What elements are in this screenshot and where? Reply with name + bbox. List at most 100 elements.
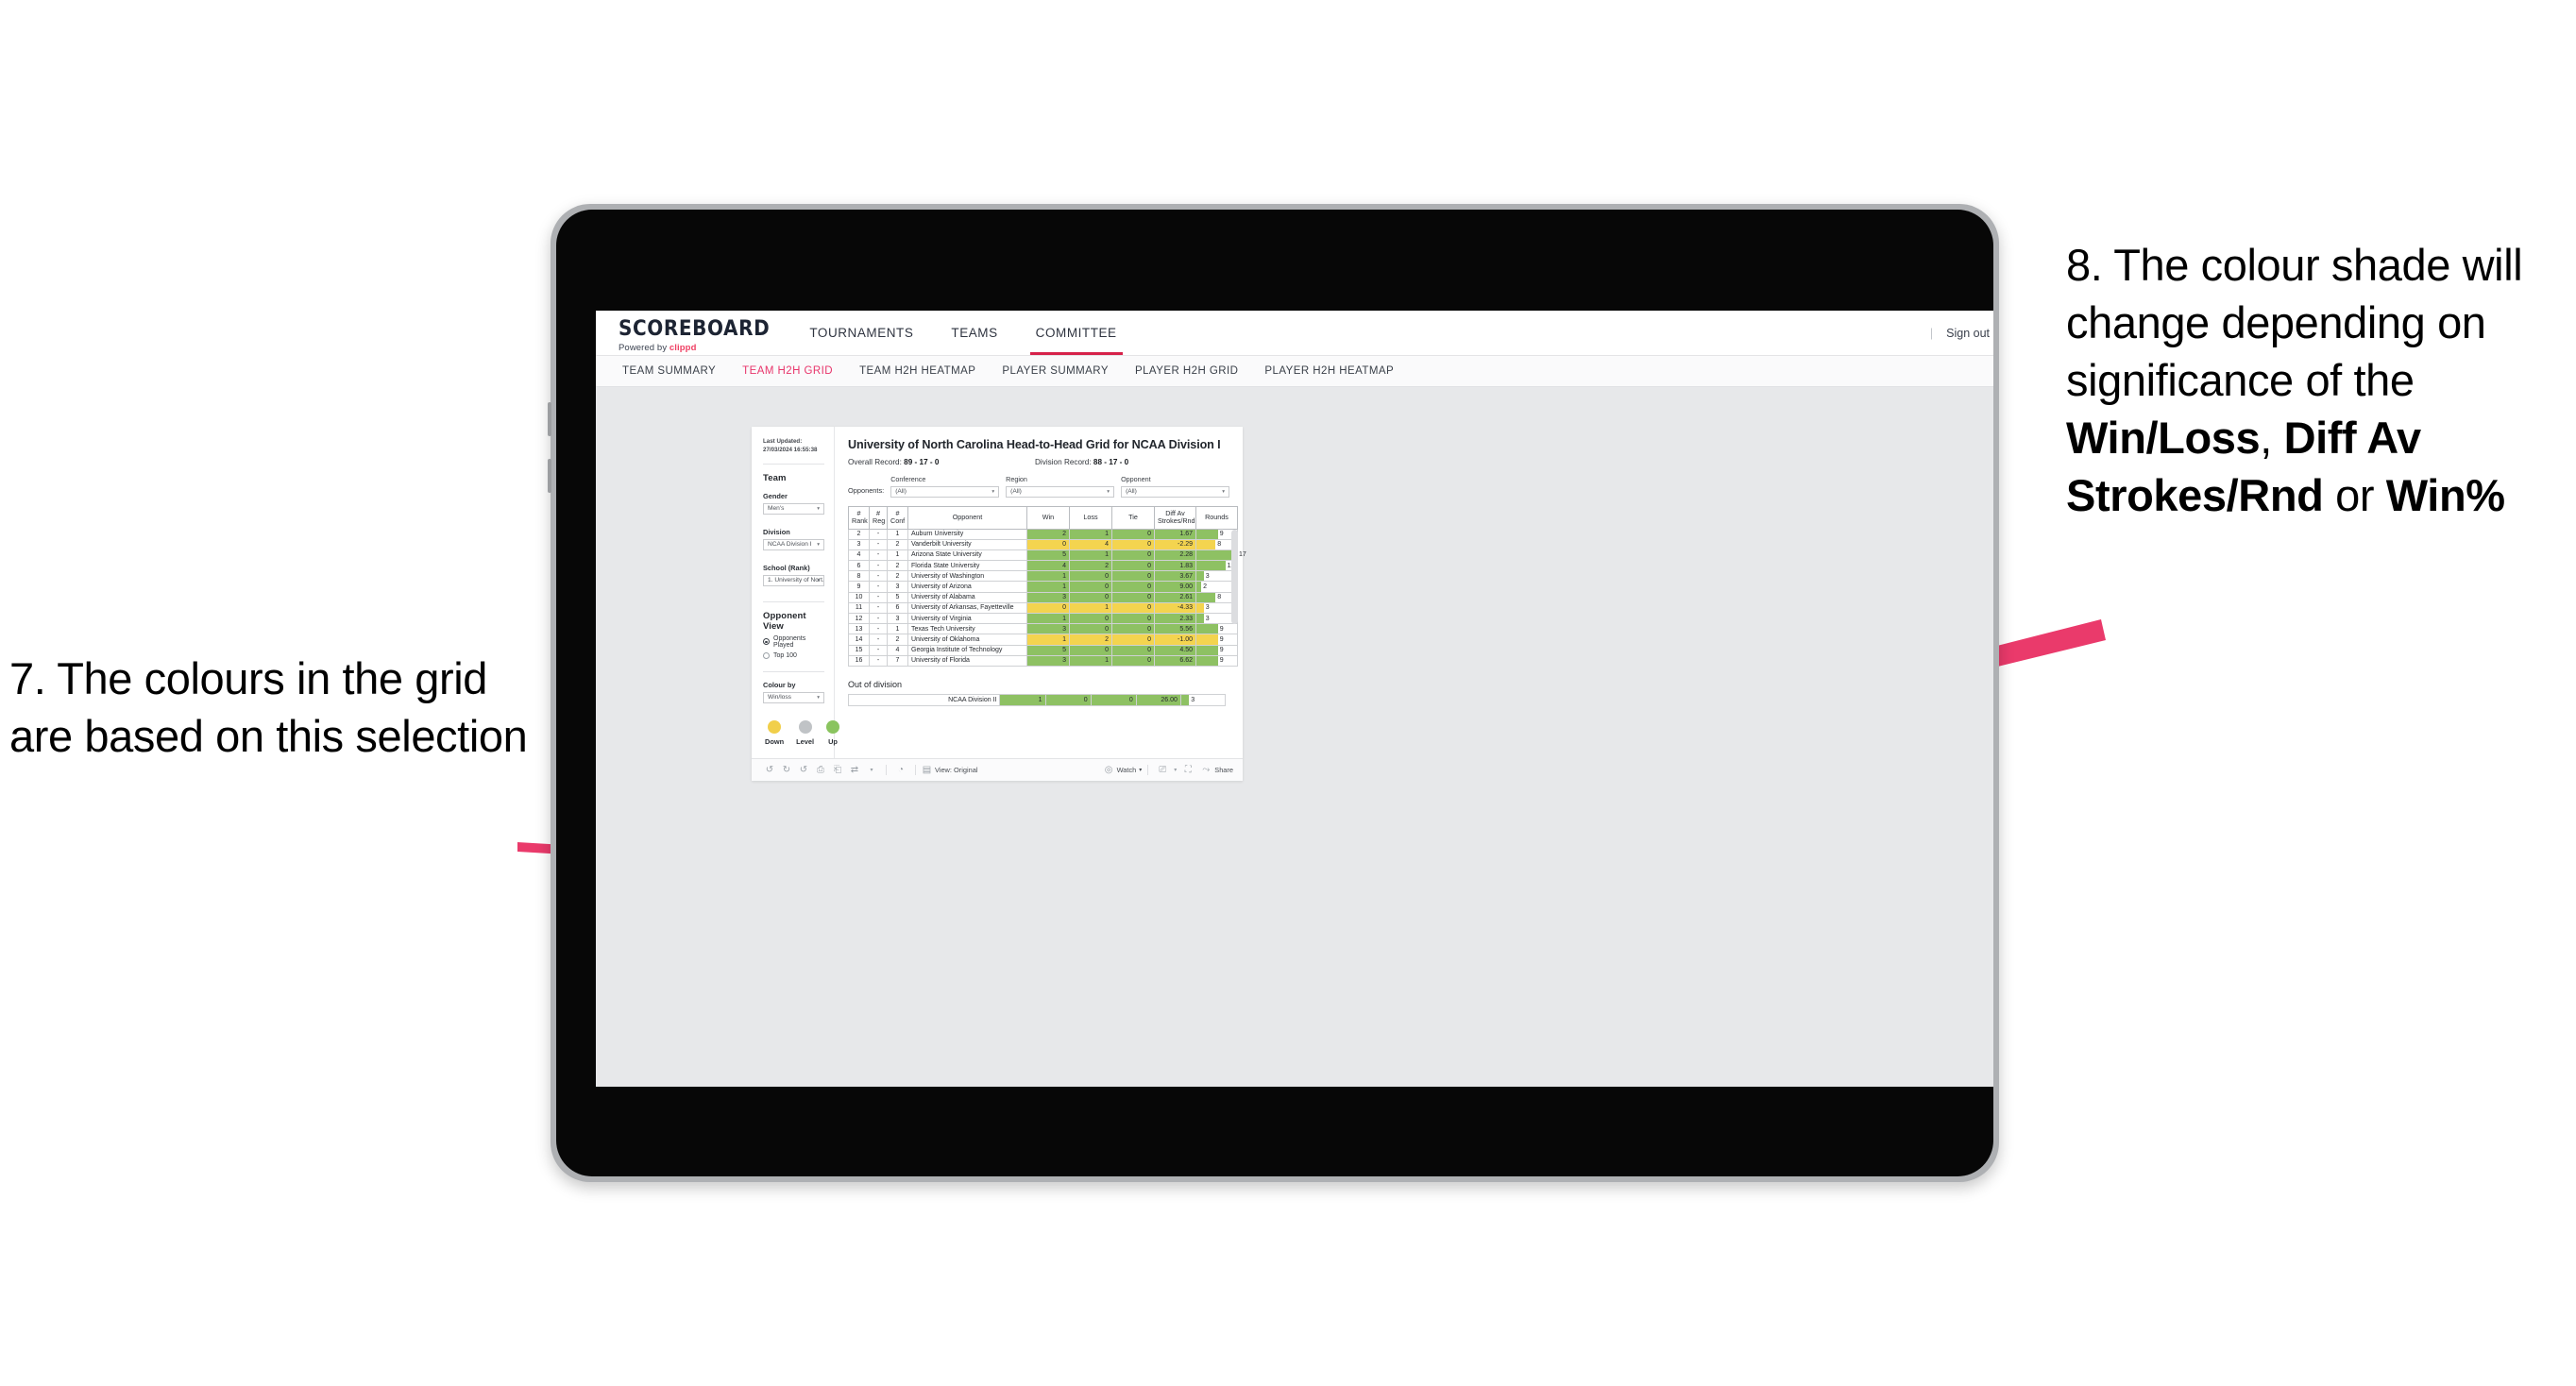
table-row[interactable]: 15-4 Georgia Institute of Technology 5 0 0 4.… (848, 644, 1238, 656)
device-layout-icon[interactable]: ⎚ (1154, 765, 1171, 775)
clock-icon[interactable]: ◔ (892, 765, 909, 775)
brand-subtitle: Powered by clippd (619, 343, 770, 353)
school-select[interactable]: 1. University of Nort... ▾ (763, 574, 824, 586)
subnav-team-summary[interactable]: TEAM SUMMARY (609, 365, 729, 377)
division-value: NCAA Division I (768, 541, 812, 549)
table-row[interactable]: 11-6 University of Arkansas, Fayetteville… (848, 601, 1238, 615)
table-row[interactable]: 13-1 Texas Tech University 3 0 0 5.56 9 (848, 623, 1238, 635)
sign-out-link[interactable]: Sign out (1946, 327, 1990, 340)
table-row[interactable]: 14-2 University of Oklahoma 1 2 0 -1.00 9 (848, 634, 1238, 646)
cell-conf: 3 (887, 612, 908, 625)
table-head: # Rank # Reg # Conf Opponent Win Loss Tie (848, 505, 1238, 530)
region-select[interactable]: (All) ▾ (1006, 485, 1115, 498)
rounds-value: 3 (1205, 615, 1210, 622)
watch-button[interactable]: ◎ Watch ▾ (1104, 765, 1143, 775)
cell-diff: 1.67 (1154, 528, 1196, 540)
rounds-bar (1196, 571, 1204, 582)
cell-tie: 0 (1111, 612, 1155, 625)
opponent-select[interactable]: (All) ▾ (1121, 485, 1229, 498)
table-row[interactable]: 3-2 Vanderbilt University 0 4 0 -2.29 8 (848, 538, 1238, 550)
opponent-label: Opponent (1121, 475, 1151, 483)
undo-icon[interactable]: ↺ (761, 765, 778, 775)
subnav-player-h2h-grid[interactable]: PLAYER H2H GRID (1122, 365, 1251, 377)
table-row[interactable]: 2-1 Auburn University 2 1 0 1.67 9 (848, 528, 1238, 540)
cell-opponent: University of Alabama (907, 591, 1027, 603)
pause-icon[interactable]: ⎗ (829, 765, 846, 775)
col-win[interactable]: Win (1026, 505, 1070, 530)
table-vertical-scrollbar[interactable] (1231, 529, 1238, 624)
table-row[interactable]: 4-1 Arizona State University 5 1 0 2.28 17 (848, 549, 1246, 562)
cell-rank: 12 (848, 612, 870, 625)
col-diff-av-strokes[interactable]: Diff Av Strokes/Rnd (1154, 505, 1196, 530)
subnav-player-summary[interactable]: PLAYER SUMMARY (989, 365, 1122, 377)
toolbar-divider-2 (915, 765, 916, 775)
colour-by-value: Win/loss (768, 694, 791, 701)
col-rank[interactable]: # Rank (848, 505, 870, 530)
table-row[interactable]: 12-3 University of Virginia 1 0 0 2.33 3 (848, 612, 1238, 625)
radio-unselected-icon (763, 651, 770, 659)
radio-opponents-played[interactable]: Opponents Played (763, 635, 824, 649)
tablet-screen: SCOREBOARD Powered by clippd TOURNAMENTS… (596, 311, 1993, 1087)
table-row[interactable]: 10-5 University of Alabama 3 0 0 2.61 8 (848, 591, 1238, 603)
cell-rank: 2 (848, 528, 870, 540)
view-original-button[interactable]: ▤ View: Original (922, 765, 978, 775)
revert-icon[interactable]: ↺ (795, 765, 812, 775)
subnav-team-h2h-heatmap[interactable]: TEAM H2H HEATMAP (846, 365, 989, 377)
dropdown-caret-icon[interactable]: ▾ (863, 767, 880, 773)
out-of-division-row[interactable]: NCAA Division II 1 0 0 26.00 3 (847, 693, 1227, 706)
share-button[interactable]: ⤳ Share (1200, 765, 1233, 775)
fullscreen-icon[interactable]: ⛶ (1179, 765, 1196, 775)
nav-committee[interactable]: COMMITTEE (1017, 311, 1136, 355)
cell-diff: 6.62 (1154, 654, 1196, 667)
col-rounds[interactable]: Rounds (1195, 505, 1238, 530)
subnav-player-h2h-heatmap[interactable]: PLAYER H2H HEATMAP (1251, 365, 1407, 377)
toolbar-divider-1 (886, 765, 887, 775)
subnav-team-h2h-grid[interactable]: TEAM H2H GRID (729, 365, 846, 377)
annotation-8-bold-winpct: Win% (2385, 470, 2505, 521)
table-row[interactable]: 9-3 University of Arizona 1 0 0 9.00 2 (848, 581, 1238, 593)
cell-reg: - (869, 623, 888, 635)
swap-icon[interactable]: ⇄ (846, 765, 863, 775)
rail-divider-3 (763, 670, 824, 672)
cell-win: 0 (1026, 601, 1070, 615)
colour-by-select[interactable]: Win/loss ▾ (763, 691, 824, 703)
nav-tournaments[interactable]: TOURNAMENTS (790, 311, 932, 355)
chevron-down-icon: ▾ (817, 541, 820, 548)
division-select[interactable]: NCAA Division I ▾ (763, 538, 824, 550)
primary-nav: TOURNAMENTS TEAMS COMMITTEE (790, 311, 1135, 355)
cell-win: 1 (1026, 581, 1070, 593)
col-loss[interactable]: Loss (1069, 505, 1112, 530)
col-reg[interactable]: # Reg (869, 505, 888, 530)
device-caret-icon[interactable]: ▾ (1171, 767, 1179, 773)
rounds-value: 3 (1205, 572, 1210, 580)
col-opponent[interactable]: Opponent (907, 505, 1027, 530)
rounds-value: 9 (1219, 531, 1224, 538)
table-row[interactable]: 6-2Florida State University4201.8312 (848, 560, 1238, 572)
last-updated-text: Last Updated: 27/03/2024 16:55:38 (763, 438, 818, 453)
cell-rank: 8 (848, 570, 870, 583)
redo-icon[interactable]: ↻ (778, 765, 795, 775)
division-record: Division Record: 88 - 17 - 0 (1035, 458, 1222, 466)
col-tie[interactable]: Tie (1111, 505, 1155, 530)
cell-rank: 6 (848, 560, 870, 572)
rounds-bar (1196, 634, 1218, 645)
table-body: 2-1 Auburn University 2 1 0 1.67 9 3-2 Vanderbil… (848, 528, 1246, 667)
cell-loss: 1 (1069, 549, 1112, 562)
table-row[interactable]: 16-7 University of Florida 3 1 0 6.62 9 (848, 654, 1238, 667)
gender-select[interactable]: Men's ▾ (763, 502, 824, 515)
col-conf[interactable]: # Conf (887, 505, 908, 530)
radio-top-100[interactable]: Top 100 (763, 651, 824, 659)
rounds-bar (1196, 602, 1204, 613)
colour-by-label: Colour by (763, 680, 796, 689)
nav-teams[interactable]: TEAMS (932, 311, 1016, 355)
conference-select[interactable]: (All) ▾ (890, 485, 1000, 498)
cell-tie: 0 (1111, 644, 1155, 656)
cell-ood-win: 1 (999, 693, 1046, 706)
cell-tie: 0 (1111, 581, 1155, 593)
screenshot-root: 7. The colours in the grid are based on … (0, 0, 2576, 1386)
brand-sub-prefix: Powered by (619, 342, 669, 353)
refresh-icon[interactable]: ⎙ (812, 765, 829, 775)
cell-tie: 0 (1111, 528, 1155, 540)
table-row[interactable]: 8-2 University of Washington 1 0 0 3.67 3 (848, 570, 1238, 583)
rail-spacer-2 (763, 550, 824, 564)
